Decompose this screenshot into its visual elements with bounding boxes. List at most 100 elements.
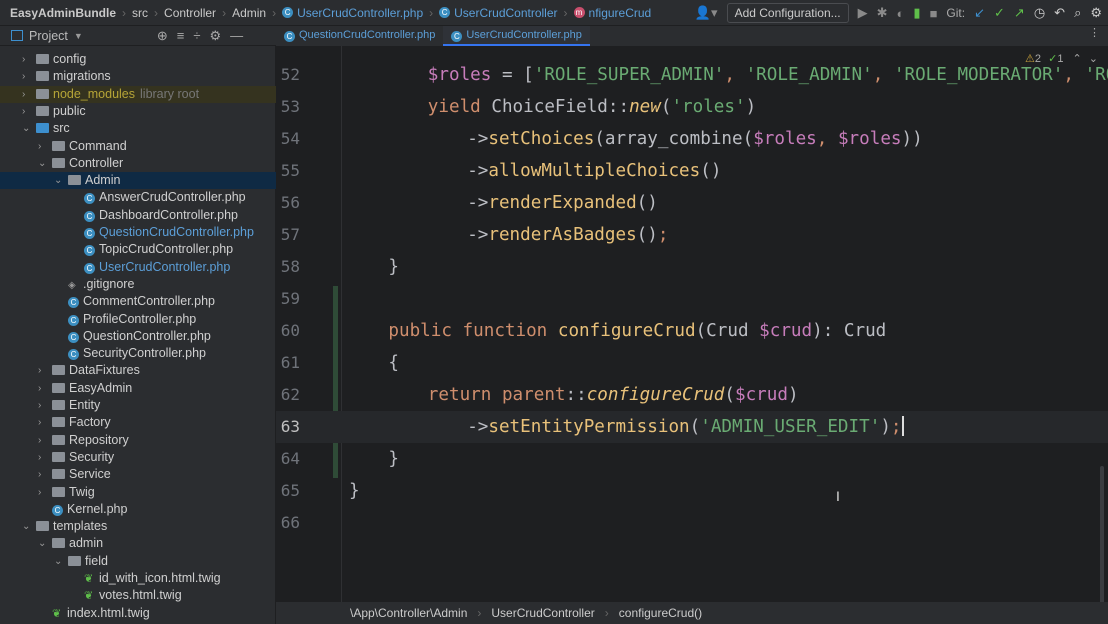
chevron-right-icon[interactable]: › (22, 68, 32, 85)
chevron-right-icon[interactable]: › (38, 380, 48, 397)
chevron-down-icon[interactable]: ⌄ (54, 172, 64, 189)
line-number[interactable]: 65 (276, 475, 300, 507)
chevron-right-icon[interactable]: › (38, 414, 48, 431)
breadcrumb-controller[interactable]: Controller (164, 6, 216, 20)
tab-user-crud-controller[interactable]: C UserCrudController.php (443, 26, 590, 46)
gear-icon[interactable]: ⚙ (209, 28, 230, 43)
tree-item[interactable]: ❦ index.html.twig (0, 605, 276, 622)
coverage-icon[interactable]: ◐ (897, 6, 905, 21)
code-line[interactable]: 58} (276, 251, 1108, 283)
code-line[interactable]: 64} (276, 443, 1108, 475)
search-icon[interactable]: ⌕ (1074, 5, 1081, 21)
tree-item[interactable]: C SecurityController.php (0, 345, 276, 362)
line-number[interactable]: 59 (276, 283, 300, 315)
line-number[interactable]: 53 (276, 91, 300, 123)
tree-item[interactable]: › EasyAdmin (0, 380, 276, 397)
tree-item[interactable]: C UserCrudController.php (0, 259, 276, 276)
tree-item[interactable]: ⌄ Admin (0, 172, 276, 190)
tree-item[interactable]: › Repository (0, 432, 276, 449)
hide-icon[interactable]: — (230, 28, 252, 43)
git-update-icon[interactable]: ↙ (974, 5, 985, 21)
breadcrumb-file[interactable]: UserCrudController.php (297, 6, 423, 20)
line-number[interactable]: 63 (276, 411, 300, 443)
line-number[interactable]: 60 (276, 315, 300, 347)
tree-item[interactable]: C AnswerCrudController.php (0, 189, 276, 206)
locate-icon[interactable]: ⊕ (157, 28, 177, 43)
chevron-right-icon[interactable]: › (38, 362, 48, 379)
breadcrumb-project[interactable]: EasyAdminBundle (10, 6, 116, 20)
line-number[interactable]: 54 (276, 123, 300, 155)
chevron-down-icon[interactable]: ▼ (74, 31, 83, 41)
tree-item[interactable]: ❦ id_with_icon.html.twig (0, 570, 276, 587)
tree-item[interactable]: › migrations (0, 68, 276, 85)
chevron-right-icon[interactable]: › (38, 397, 48, 414)
tree-item[interactable]: ⌄ admin (0, 535, 276, 552)
tree-item[interactable]: › Service (0, 466, 276, 483)
chevron-right-icon[interactable]: › (38, 484, 48, 501)
code-line[interactable]: 55 ->allowMultipleChoices() (276, 155, 1108, 187)
tree-item[interactable]: C DashboardController.php (0, 207, 276, 224)
code-editor[interactable]: ⚠2 ✓1 ⌃ ⌄ 52 $roles = ['ROLE_SUPER_ADMIN'… (276, 46, 1108, 602)
tree-item[interactable]: › Twig (0, 484, 276, 501)
profiler-icon[interactable]: ▮ (913, 5, 920, 21)
expand-all-icon[interactable]: ≡ (177, 28, 194, 43)
run-icon[interactable]: ▶ (858, 5, 868, 21)
git-push-icon[interactable]: ↗ (1014, 5, 1025, 21)
project-view-selector[interactable]: Project (29, 29, 68, 43)
tree-item[interactable]: › config (0, 51, 276, 68)
line-number[interactable]: 62 (276, 379, 300, 411)
line-number[interactable]: 64 (276, 443, 300, 475)
tree-item[interactable]: C ProfileController.php (0, 311, 276, 328)
tree-item[interactable]: › Command (0, 138, 276, 155)
breadcrumb-admin[interactable]: Admin (232, 6, 266, 20)
code-line[interactable]: 56 ->renderExpanded() (276, 187, 1108, 219)
chevron-down-icon[interactable]: ⌄ (22, 120, 32, 137)
tree-item[interactable]: C TopicCrudController.php (0, 241, 276, 258)
code-line[interactable]: 53 yield ChoiceField::new('roles') (276, 91, 1108, 123)
code-line[interactable]: 52 $roles = ['ROLE_SUPER_ADMIN', 'ROLE_AD… (276, 59, 1108, 91)
footer-class[interactable]: UserCrudController (491, 606, 594, 620)
chevron-right-icon[interactable]: › (38, 449, 48, 466)
add-configuration-button[interactable]: Add Configuration... (726, 3, 849, 23)
code-line[interactable]: 66 (276, 507, 1108, 539)
code-line[interactable]: 57 ->renderAsBadges(); (276, 219, 1108, 251)
tree-item[interactable]: ❦ votes.html.twig (0, 587, 276, 604)
line-number[interactable]: 61 (276, 347, 300, 379)
history-icon[interactable]: ◷ (1034, 5, 1045, 21)
scrollbar[interactable] (1100, 466, 1104, 602)
tree-item[interactable]: › Entity (0, 397, 276, 414)
line-number[interactable]: 56 (276, 187, 300, 219)
git-commit-icon[interactable]: ✓ (994, 5, 1005, 21)
chevron-right-icon[interactable]: › (38, 432, 48, 449)
stop-icon[interactable]: ■ (930, 6, 938, 21)
code-line[interactable]: 60 public function configureCrud(Crud $cr… (276, 315, 1108, 347)
settings-icon[interactable]: ⚙ (1090, 5, 1102, 21)
tree-item[interactable]: ◈ .gitignore (0, 276, 276, 293)
tree-item[interactable]: C CommentController.php (0, 293, 276, 310)
breadcrumb-class[interactable]: UserCrudController (454, 6, 557, 20)
collapse-all-icon[interactable]: ÷ (193, 28, 209, 43)
tree-item[interactable]: › Security (0, 449, 276, 466)
tree-item[interactable]: C QuestionCrudController.php (0, 224, 276, 241)
code-line[interactable]: 65} (276, 475, 1108, 507)
tree-item[interactable]: ⌄ field (0, 553, 276, 570)
line-number[interactable]: 58 (276, 251, 300, 283)
breadcrumb-src[interactable]: src (132, 6, 148, 20)
footer-method[interactable]: configureCrud() (619, 606, 702, 620)
chevron-right-icon[interactable]: › (22, 103, 32, 120)
tree-item[interactable]: ⌄ templates (0, 518, 276, 535)
line-number[interactable]: 57 (276, 219, 300, 251)
tree-item[interactable]: › node_modules library root (0, 85, 276, 103)
user-icon[interactable]: 👤▾ (695, 5, 718, 21)
tree-item[interactable]: ⌄ Controller (0, 155, 276, 172)
tree-item[interactable]: › public (0, 103, 276, 120)
line-number[interactable]: 55 (276, 155, 300, 187)
chevron-right-icon[interactable]: › (22, 86, 32, 103)
debug-icon[interactable]: ✱ (877, 5, 888, 21)
chevron-down-icon[interactable]: ⌄ (38, 535, 48, 552)
more-icon[interactable]: ⋮ (1089, 26, 1100, 46)
tree-item[interactable]: › Factory (0, 414, 276, 431)
chevron-down-icon[interactable]: ⌄ (54, 553, 64, 570)
tree-item[interactable]: › DataFixtures (0, 362, 276, 379)
tree-item[interactable]: C Kernel.php (0, 501, 276, 518)
